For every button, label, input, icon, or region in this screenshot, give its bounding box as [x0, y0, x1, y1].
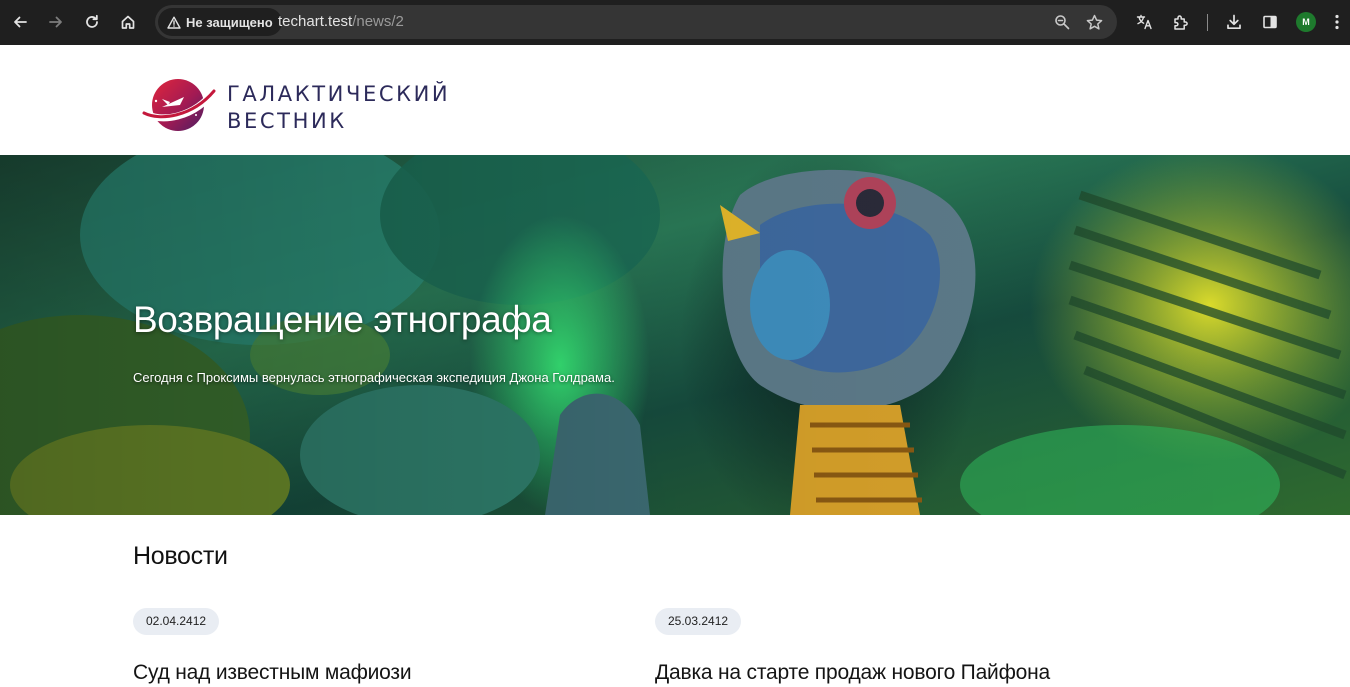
site-logo-link[interactable]: ГАЛАКТИЧЕСКИЙ ВЕСТНИК — [140, 75, 448, 139]
news-date-badge: 25.03.2412 — [655, 608, 742, 635]
forward-button[interactable] — [41, 6, 71, 38]
forward-icon — [49, 16, 62, 28]
home-button[interactable] — [113, 6, 143, 38]
extensions-button[interactable] — [1165, 6, 1195, 38]
translate-icon — [1136, 14, 1152, 30]
security-label: Не защищено — [186, 14, 273, 30]
zoom-button[interactable] — [1051, 11, 1073, 33]
translate-button[interactable] — [1129, 6, 1159, 38]
security-chip[interactable]: Не защищено — [158, 8, 282, 36]
logo-line-2: ВЕСТНИК — [227, 109, 347, 133]
menu-icon — [1335, 14, 1339, 30]
reload-icon — [86, 14, 98, 28]
home-icon — [121, 15, 135, 29]
news-item-title[interactable]: Суд над известным мафиози — [133, 659, 412, 687]
downloads-button[interactable] — [1219, 6, 1249, 38]
reload-button[interactable] — [77, 6, 107, 38]
zoom-icon — [1055, 15, 1070, 30]
side-panel-icon — [1263, 15, 1277, 29]
url-text[interactable]: techart.test/news/2 — [278, 13, 404, 31]
star-icon — [1086, 14, 1102, 30]
browser-menu-button[interactable] — [1327, 6, 1347, 38]
logo-text: ГАЛАКТИЧЕСКИЙ ВЕСТНИК — [227, 81, 450, 135]
warning-icon — [167, 16, 181, 29]
news-item-title[interactable]: Давка на старте продаж нового Пайфона — [655, 659, 1050, 687]
back-button[interactable] — [5, 6, 35, 38]
hero-title: Возвращение этнографа — [133, 299, 552, 340]
hero-banner: Возвращение этнографа Сегодня с Проксимы… — [0, 155, 1350, 515]
news-section-title: Новости — [133, 542, 228, 570]
toolbar-divider — [1207, 14, 1208, 31]
download-icon — [1227, 14, 1241, 30]
bookmark-button[interactable] — [1083, 11, 1105, 33]
planet-rocket-logo-icon — [140, 79, 220, 131]
site-header: ГАЛАКТИЧЕСКИЙ ВЕСТНИК — [0, 45, 1350, 155]
url-host: techart.test — [278, 13, 353, 30]
browser-toolbar: Не защищено techart.test/news/2 M — [0, 0, 1350, 45]
logo-line-1: ГАЛАКТИЧЕСКИЙ — [227, 82, 451, 106]
news-item[interactable]: 02.04.2412 Суд над известным мафиози — [133, 608, 613, 687]
news-item[interactable]: 25.03.2412 Давка на старте продаж нового… — [655, 608, 1135, 687]
news-date-badge: 02.04.2412 — [133, 608, 220, 635]
url-path: /news/2 — [352, 13, 404, 30]
side-panel-button[interactable] — [1255, 6, 1285, 38]
extensions-icon — [1173, 14, 1188, 30]
hero-subtitle: Сегодня с Проксимы вернулась этнографиче… — [133, 370, 615, 385]
profile-avatar[interactable]: M — [1296, 12, 1316, 32]
back-icon — [14, 16, 27, 28]
address-bar[interactable]: Не защищено techart.test/news/2 — [155, 5, 1117, 39]
